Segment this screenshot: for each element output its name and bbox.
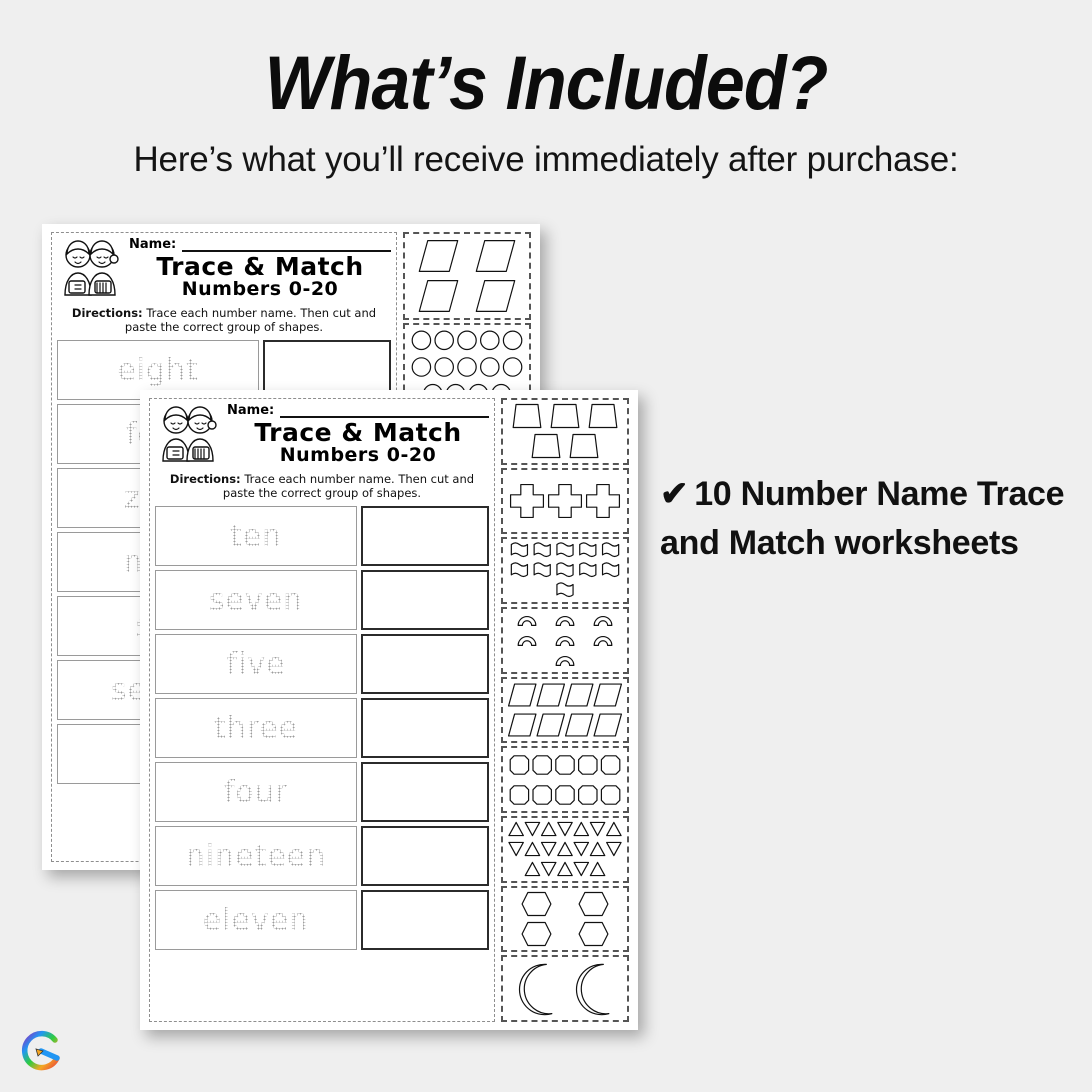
worksheet-subtitle: Numbers 0-20 [181,278,339,300]
trace-word-box[interactable]: four [155,762,357,823]
paste-answer-box[interactable] [361,826,489,887]
paste-answer-box[interactable] [361,634,489,695]
worksheet-directions: Directions: Trace each number name. Then… [155,472,489,500]
shape-cutout-box[interactable] [403,232,531,320]
trace-word: nineteen [185,838,327,874]
paste-answer-box[interactable] [361,890,489,951]
page-subtitle: Here’s what you’ll receive immediately a… [133,140,959,179]
word-row: five [155,634,489,695]
worksheet-title: Trace & Match [254,418,462,447]
word-row: three [155,698,489,759]
worksheet-header: Name: Trace & Match Numbers 0-20 [57,237,391,304]
shape-cutout-box[interactable] [501,885,629,953]
paste-answer-box[interactable] [361,698,489,759]
shape-cutout-box[interactable] [501,607,629,674]
word-row: seven [155,570,489,631]
trace-word: eight [117,352,199,388]
shape-cutout-box[interactable] [501,955,629,1023]
shape-cutout-column [501,398,629,1023]
trace-word-box[interactable]: five [155,634,357,695]
shape-cutout-box[interactable] [501,676,629,744]
two-children-clipart-icon [155,403,221,470]
trace-word: five [226,646,286,682]
worksheet-subtitle: Numbers 0-20 [279,444,437,466]
worksheet-header: Name: Trace & Match Numbers 0-20 [155,403,489,470]
trace-word-box[interactable]: nineteen [155,826,357,887]
trace-word: three [213,710,299,746]
shape-cutout-box[interactable] [501,746,629,814]
trace-word-box[interactable]: three [155,698,357,759]
shape-cutout-box[interactable] [501,816,629,883]
word-row: eleven [155,890,489,951]
word-row: nineteen [155,826,489,887]
shape-cutout-box[interactable] [501,537,629,605]
word-row: four [155,762,489,823]
directions-text: Trace each number name. Then cut and pas… [124,306,377,334]
two-children-clipart-icon [57,237,123,304]
worksheet-left-column: Name: Trace & Match Numbers 0-20 Directi… [149,398,495,1022]
name-label: Name: [129,237,177,252]
worksheet-title: Trace & Match [156,252,364,281]
worksheet-directions: Directions: Trace each number name. Then… [57,306,391,334]
trace-word: eleven [202,902,310,938]
paste-answer-box[interactable] [361,506,489,567]
trace-word-box[interactable]: ten [155,506,357,567]
trace-word: seven [208,582,304,618]
word-row: ten [155,506,489,567]
shape-cutout-box[interactable] [501,398,629,465]
rainbow-pencil-e-logo[interactable] [10,1018,72,1080]
page-title: What’s Included? [264,41,829,126]
directions-label: Directions: [169,472,241,486]
word-row-list: ten seven five three four nineteen eleven [155,500,489,951]
trace-word: four [223,774,289,810]
directions-text: Trace each number name. Then cut and pas… [222,472,475,500]
worksheet-preview-front[interactable]: Name: Trace & Match Numbers 0-20 Directi… [140,390,638,1030]
feature-bullet: ✔ 10 Number Name Trace and Match workshee… [660,470,1070,569]
feature-bullet-text: 10 Number Name Trace and Match worksheet… [660,475,1065,563]
trace-word: ten [229,518,283,554]
paste-answer-box[interactable] [361,762,489,823]
trace-word-box[interactable]: eleven [155,890,357,951]
name-label: Name: [227,403,275,418]
check-icon: ✔ [660,475,689,513]
trace-word-box[interactable]: seven [155,570,357,631]
directions-label: Directions: [71,306,143,320]
shape-cutout-box[interactable] [501,467,629,535]
paste-answer-box[interactable] [361,570,489,631]
